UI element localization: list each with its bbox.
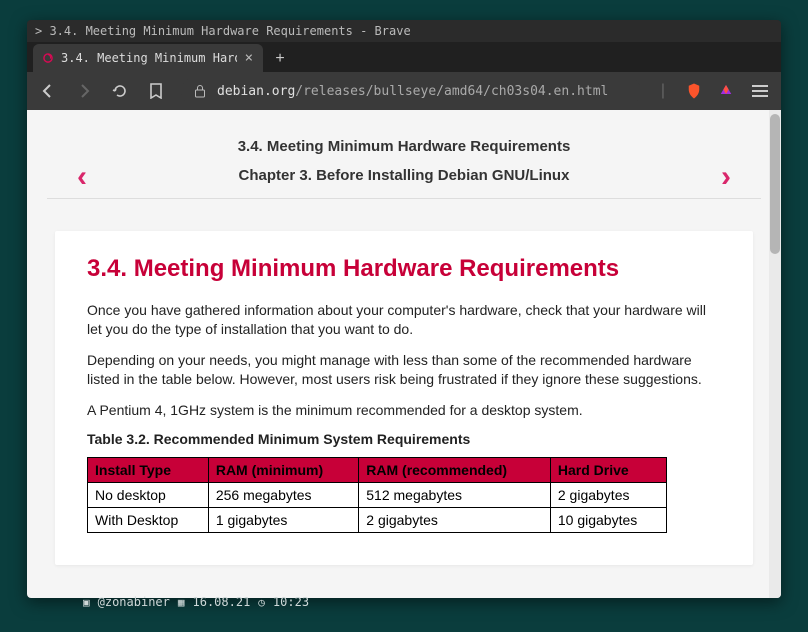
window-title: > 3.4. Meeting Minimum Hardware Requirem…: [35, 24, 411, 38]
brave-rewards-icon[interactable]: [717, 82, 735, 100]
desktop-statusbar: ▣ @zonabiner ▦ 16.08.21 ◷ 10:23: [83, 595, 309, 609]
reload-button[interactable]: [109, 80, 131, 102]
brave-shields-icon[interactable]: [685, 82, 703, 100]
page-content: ‹ 3.4. Meeting Minimum Hardware Requirem…: [27, 110, 781, 598]
cell: 2 gigabytes: [359, 508, 551, 533]
table-caption: Table 3.2. Recommended Minimum System Re…: [87, 431, 721, 447]
nav-chapter: Chapter 3. Before Installing Debian GNU/…: [47, 167, 761, 184]
table-row: With Desktop 1 gigabytes 2 gigabytes 10 …: [88, 508, 667, 533]
bookmark-button[interactable]: [145, 80, 167, 102]
cell: 1 gigabytes: [208, 508, 358, 533]
cell: 256 megabytes: [208, 483, 358, 508]
url-text: debian.org/releases/bullseye/amd64/ch03s…: [217, 84, 608, 99]
scrollbar[interactable]: [769, 110, 781, 598]
col-header: Hard Drive: [550, 458, 666, 483]
url-path: /releases/bullseye/amd64/ch03s04.en.html: [295, 84, 608, 99]
toolbar: debian.org/releases/bullseye/amd64/ch03s…: [27, 72, 781, 110]
nav-title: 3.4. Meeting Minimum Hardware Requiremen…: [47, 138, 761, 155]
requirements-table: Install Type RAM (minimum) RAM (recommen…: [87, 457, 667, 533]
table-row: No desktop 256 megabytes 512 megabytes 2…: [88, 483, 667, 508]
status-time: 10:23: [273, 595, 309, 609]
page-heading: 3.4. Meeting Minimum Hardware Requiremen…: [87, 255, 721, 283]
table-header-row: Install Type RAM (minimum) RAM (recommen…: [88, 458, 667, 483]
status-user: @zonabiner: [98, 595, 170, 609]
new-tab-button[interactable]: +: [267, 46, 293, 72]
back-button[interactable]: [37, 80, 59, 102]
divider: [47, 198, 761, 199]
forward-button[interactable]: [73, 80, 95, 102]
page-viewport: ‹ 3.4. Meeting Minimum Hardware Requirem…: [27, 110, 781, 598]
user-icon: ▣: [83, 596, 90, 609]
col-header: RAM (minimum): [208, 458, 358, 483]
separator: |: [661, 82, 665, 100]
browser-tab[interactable]: 3.4. Meeting Minimum Hardw ×: [33, 44, 263, 72]
tab-title: 3.4. Meeting Minimum Hardw: [61, 51, 237, 65]
calendar-icon: ▦: [178, 596, 185, 609]
debian-favicon-icon: [41, 51, 55, 65]
cell: 10 gigabytes: [550, 508, 666, 533]
close-tab-icon[interactable]: ×: [243, 50, 255, 66]
status-date: 16.08.21: [193, 595, 251, 609]
window-titlebar: > 3.4. Meeting Minimum Hardware Requirem…: [27, 20, 781, 42]
next-page-arrow[interactable]: ›: [721, 160, 731, 194]
lock-icon: [191, 82, 209, 100]
url-bar[interactable]: debian.org/releases/bullseye/amd64/ch03s…: [181, 77, 641, 105]
cell: 2 gigabytes: [550, 483, 666, 508]
cell: No desktop: [88, 483, 209, 508]
tab-strip: 3.4. Meeting Minimum Hardw × +: [27, 42, 781, 72]
prev-page-arrow[interactable]: ‹: [77, 160, 87, 194]
col-header: Install Type: [88, 458, 209, 483]
browser-window: > 3.4. Meeting Minimum Hardware Requirem…: [27, 20, 781, 598]
col-header: RAM (recommended): [359, 458, 551, 483]
scroll-thumb[interactable]: [770, 114, 780, 254]
clock-icon: ◷: [258, 596, 265, 609]
menu-button[interactable]: [749, 80, 771, 102]
nav-header: ‹ 3.4. Meeting Minimum Hardware Requirem…: [27, 110, 781, 213]
paragraph: Depending on your needs, you might manag…: [87, 351, 721, 389]
article: 3.4. Meeting Minimum Hardware Requiremen…: [55, 231, 753, 565]
paragraph: Once you have gathered information about…: [87, 301, 721, 339]
url-host: debian.org: [217, 84, 295, 99]
cell: 512 megabytes: [359, 483, 551, 508]
paragraph: A Pentium 4, 1GHz system is the minimum …: [87, 401, 721, 420]
cell: With Desktop: [88, 508, 209, 533]
